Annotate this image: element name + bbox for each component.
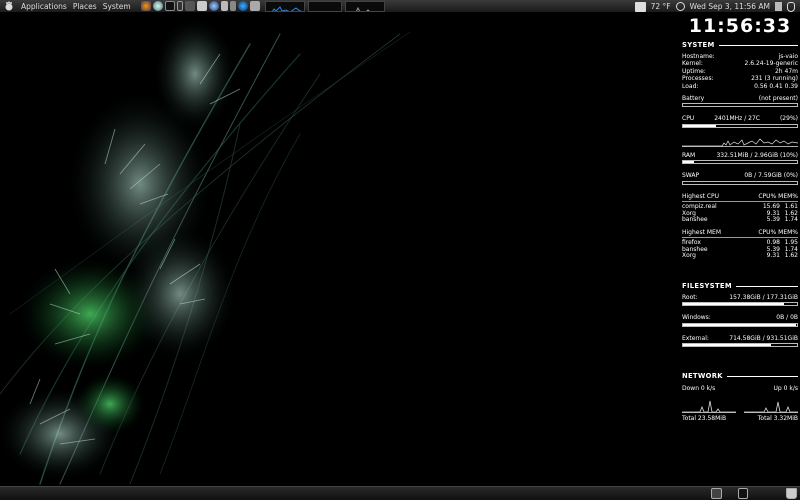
trash-icon[interactable] bbox=[786, 488, 797, 499]
fs-external-row: External: 714.58GiB / 931.51GiB bbox=[682, 334, 798, 342]
memory-monitor-graph[interactable] bbox=[307, 0, 342, 12]
processes-row: Processes: 231 (3 running) bbox=[682, 75, 798, 83]
weather-icon[interactable] bbox=[634, 1, 646, 12]
bottom-panel bbox=[0, 486, 800, 500]
download-graph bbox=[682, 395, 736, 413]
menu-system[interactable]: System bbox=[103, 2, 131, 11]
image-viewer-icon[interactable] bbox=[249, 1, 260, 11]
gnome-foot-icon[interactable] bbox=[3, 0, 15, 12]
top-panel: Applications Places System 72 °F Wed Sep… bbox=[0, 0, 800, 13]
conky-clock: 11:56:33 bbox=[688, 15, 792, 37]
network-rate-row: Down 0 k/s Up 0 k/s bbox=[682, 385, 798, 393]
swap-row: SWAP 0B / 7.59GiB (0%) bbox=[682, 172, 798, 180]
system-info: Hostname: js-vaio Kernel: 2.6.24-19-generi… bbox=[682, 53, 798, 90]
process-row: Xorg 9.31 1.62 bbox=[682, 252, 798, 260]
battery-bar bbox=[682, 103, 798, 108]
system-section-heading: SYSTEM bbox=[682, 41, 798, 49]
pidgin-icon[interactable] bbox=[220, 1, 228, 11]
process-row: banshee 5.39 1.74 bbox=[682, 216, 798, 224]
clock-label[interactable]: Wed Sep 3, 11:56 AM bbox=[690, 2, 770, 11]
volume-icon[interactable] bbox=[775, 2, 782, 11]
cpu-bar bbox=[682, 123, 798, 128]
highest-mem-header: Highest MEM CPU% MEM% bbox=[682, 228, 798, 236]
network-section-heading: NETWORK bbox=[682, 372, 798, 380]
launcher-bar bbox=[140, 1, 262, 11]
highest-mem-list: firefox 0.98 1.95 banshee 5.39 1.74 Xorg 9.31… bbox=[682, 240, 798, 260]
editor-icon[interactable] bbox=[196, 1, 207, 11]
workspace-switcher-icon[interactable] bbox=[711, 488, 722, 499]
fs-root-row: Root: 157.38GiB / 177.31GiB bbox=[682, 294, 798, 302]
phone-icon[interactable] bbox=[176, 1, 183, 11]
menu-applications[interactable]: Applications bbox=[21, 2, 67, 11]
shutdown-icon[interactable] bbox=[787, 1, 795, 12]
fs-root-bar bbox=[682, 302, 798, 307]
network-monitor-graph[interactable] bbox=[344, 0, 385, 12]
filesystem-section-heading: FILESYSTEM bbox=[682, 282, 798, 290]
browser-icon[interactable] bbox=[237, 1, 248, 11]
desktop-wallpaper[interactable] bbox=[0, 14, 676, 486]
cpu-monitor-graph[interactable] bbox=[264, 0, 305, 12]
highest-cpu-header: Highest CPU CPU% MEM% bbox=[682, 192, 798, 200]
media-player-icon[interactable] bbox=[184, 1, 195, 11]
fs-windows-row: Windows: 0B / 0B bbox=[682, 314, 798, 322]
fs-external-bar bbox=[682, 343, 798, 348]
fs-windows-bar bbox=[682, 322, 798, 327]
fractal-artwork bbox=[0, 19, 411, 485]
terminal-icon[interactable] bbox=[164, 1, 175, 11]
conky-system-monitor: 11:56:33 SYSTEM Hostname: js-vaio Kernel:… bbox=[676, 14, 800, 486]
network-icon[interactable] bbox=[675, 2, 685, 11]
firefox-icon[interactable] bbox=[140, 1, 151, 11]
ram-row: RAM 332.51MiB / 2.96GiB (10%) bbox=[682, 151, 798, 159]
globe-icon[interactable] bbox=[152, 1, 163, 11]
hostname-row: Hostname: js-vaio bbox=[682, 53, 798, 60]
kernel-row: Kernel: 2.6.24-19-generic bbox=[682, 60, 798, 68]
network-graphs bbox=[682, 395, 798, 413]
upload-graph bbox=[744, 395, 798, 413]
process-row: compiz.real 15.69 1.61 bbox=[682, 203, 798, 211]
utility-icon[interactable] bbox=[229, 1, 236, 11]
panel-right-area: 72 °F Wed Sep 3, 11:56 AM bbox=[634, 0, 800, 13]
highest-cpu-list: compiz.real 15.69 1.61 Xorg 9.31 1.62 banshe… bbox=[682, 203, 798, 224]
thunderbird-icon[interactable] bbox=[208, 1, 219, 11]
battery-row: Battery (not present) bbox=[682, 95, 798, 103]
menu-places[interactable]: Places bbox=[73, 2, 97, 11]
cpu-history-graph bbox=[682, 131, 799, 147]
process-row: banshee 5.39 1.74 bbox=[682, 245, 798, 253]
swap-bar bbox=[682, 180, 798, 185]
cpu-row: CPU 2401MHz / 27C (29%) bbox=[682, 115, 798, 123]
temperature-label[interactable]: 72 °F bbox=[651, 2, 671, 11]
uptime-row: Uptime: 2h 47m bbox=[682, 67, 798, 75]
load-row: Load: 0.56 0.41 0.39 bbox=[682, 82, 798, 90]
workspace-2-icon[interactable] bbox=[738, 488, 748, 499]
network-total-row: Total 23.58MiB Total 3.32MiB bbox=[682, 414, 798, 422]
ram-bar bbox=[682, 160, 798, 165]
